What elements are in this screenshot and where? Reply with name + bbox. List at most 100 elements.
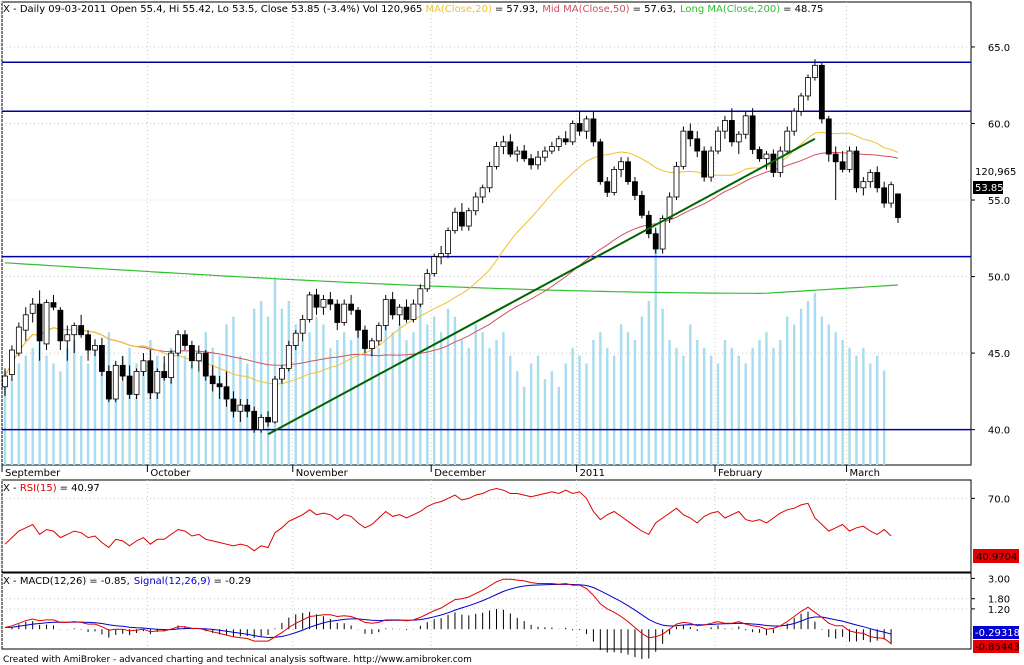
volume-bar (716, 363, 720, 465)
candle-down (251, 410, 258, 431)
candle-down (85, 334, 91, 351)
volume-bar (377, 347, 381, 465)
volume-bar (86, 363, 90, 465)
candle-up (368, 340, 375, 349)
volume-bar (419, 300, 422, 465)
volume-bar (322, 324, 325, 465)
volume-bar (633, 340, 637, 465)
volume-bar (529, 363, 533, 465)
volume-bar (343, 332, 346, 465)
candle-up (272, 378, 278, 423)
volume-bar (668, 340, 671, 465)
volume-bar (426, 324, 429, 465)
candle-up (258, 416, 265, 431)
volume-bar (758, 340, 761, 465)
candle-up (535, 156, 541, 166)
volume-bar (869, 363, 872, 465)
price-axis: 65.0 60.0 55.0 50.0 45.0 40.0 (971, 43, 1010, 437)
volume-bar (862, 347, 865, 465)
volume-bar (744, 363, 747, 465)
volume-bar (592, 340, 595, 465)
volume-bar (882, 370, 886, 465)
candle-up (735, 133, 742, 143)
macd-header: X - MACD(12,26) = -0.85, Signal(12,26,9) = … (3, 576, 251, 587)
volume-bar (218, 355, 221, 465)
volume-bar (287, 300, 291, 465)
candle-up (514, 150, 521, 155)
volume-bar (481, 332, 484, 465)
price-tick-label: 50.0 (988, 273, 1010, 284)
candle-up (666, 196, 673, 219)
candle-down (313, 294, 320, 308)
candle-up (493, 146, 500, 167)
candle-up (237, 404, 244, 412)
candle-up (29, 303, 36, 314)
volume-bar (696, 340, 699, 465)
candle-down (874, 172, 881, 189)
volume-bar (93, 347, 97, 465)
volume-bar (813, 293, 817, 465)
candle-up (465, 210, 472, 227)
volume-bar (197, 371, 201, 465)
candle-up (64, 334, 71, 342)
candle-up (140, 360, 147, 372)
candle-down (818, 64, 825, 120)
candle-down (182, 334, 188, 346)
volume-bar (682, 355, 685, 465)
candle-up (583, 118, 590, 132)
price-tick-label: 45.0 (988, 349, 1010, 360)
candle-down (576, 123, 583, 132)
candle-up (548, 146, 555, 152)
candle-down (694, 138, 701, 152)
volume-bar (142, 371, 145, 465)
ma20-value: = 57.93, (495, 4, 538, 15)
candle-up (784, 130, 791, 152)
candle-down (632, 181, 638, 196)
volume-bar (702, 347, 706, 465)
candle-up (438, 253, 445, 258)
candle-down (202, 352, 209, 377)
volume-bar (467, 347, 471, 465)
symbol-period: X - Daily 09-03-2011 (3, 4, 106, 15)
candle-down (265, 416, 271, 423)
candle-up (798, 95, 804, 112)
candle-down (895, 193, 901, 219)
volume-bar (495, 340, 498, 465)
candle-up (43, 302, 50, 345)
candle-down (348, 303, 355, 311)
candle-up (175, 334, 181, 354)
candle-up (867, 172, 874, 183)
month-label: September (5, 468, 61, 479)
volume-bar (10, 379, 14, 465)
candle-down (528, 158, 535, 166)
candle-up (306, 294, 313, 320)
candle-down (756, 149, 763, 160)
volume-bar (661, 308, 664, 465)
volume-bar (779, 340, 782, 465)
candle-down (334, 303, 341, 323)
ma20-label: MA(Close,20) (425, 4, 492, 15)
candle-down (458, 211, 465, 227)
volume-bar (799, 308, 803, 465)
candle-up (722, 120, 728, 132)
volume-bar (855, 355, 858, 465)
candle-down (216, 383, 223, 388)
candle-up (9, 349, 15, 375)
volume-bar (59, 371, 62, 465)
candle-up (154, 371, 161, 394)
candle-up (285, 345, 292, 369)
volume-bar (619, 324, 623, 465)
candle-up (133, 371, 140, 395)
volume-bar (31, 347, 34, 465)
rsi-tick-label: 70.0 (988, 494, 1010, 505)
volume-bar (806, 300, 810, 465)
candle-down (327, 299, 334, 305)
candle-up (472, 196, 479, 212)
candle-down (355, 309, 361, 331)
volume-badge-text: 120,965 (975, 167, 1016, 178)
candle-up (320, 299, 327, 308)
candle-down (147, 360, 154, 394)
volume-bar (73, 340, 76, 465)
candle-down (36, 303, 43, 342)
signal-badge-text: -0.29318 (975, 628, 1020, 639)
